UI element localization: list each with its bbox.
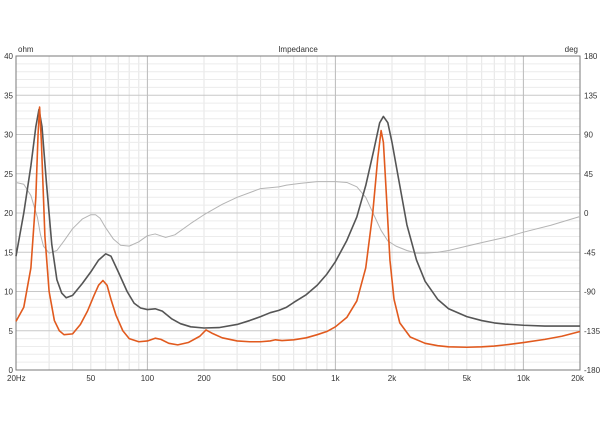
- y-left-tick-label: 35: [4, 91, 13, 100]
- y-left-unit-label: ohm: [18, 45, 34, 54]
- x-tick-label: 10k: [517, 374, 531, 383]
- y-right-tick-label: -90: [584, 288, 596, 297]
- y-left-tick-label: 0: [9, 366, 14, 375]
- y-right-tick-label: -180: [584, 366, 600, 375]
- x-tick-label: 100: [141, 374, 155, 383]
- y-left-tick-label: 10: [4, 288, 13, 297]
- y-right-tick-label: 0: [584, 209, 589, 218]
- chart-title: Impedance: [278, 45, 318, 54]
- y-right-tick-label: 180: [584, 52, 598, 61]
- impedance-chart: Impedance ohm deg 20Hz 50 100 200 500 1k 2k 5k 1…: [0, 0, 600, 434]
- x-tick-label: 5k: [463, 374, 472, 383]
- y-right-tick-label: 90: [584, 131, 593, 140]
- x-tick-label: 1k: [331, 374, 340, 383]
- x-tick-label: 200: [197, 374, 211, 383]
- y-left-tick-label: 15: [4, 248, 13, 257]
- y-right-tick-label: 135: [584, 91, 598, 100]
- x-tick-label: 2k: [388, 374, 397, 383]
- y-right-tick-label: -135: [584, 327, 600, 336]
- y-left-tick-label: 5: [9, 327, 14, 336]
- y-left-tick-label: 40: [4, 52, 13, 61]
- x-tick-label: 500: [272, 374, 286, 383]
- y-right-tick-label: 45: [584, 170, 593, 179]
- y-right-unit-label: deg: [565, 45, 578, 54]
- x-tick-label: 50: [86, 374, 95, 383]
- y-left-tick-label: 25: [4, 170, 13, 179]
- x-tick-label: 20Hz: [7, 374, 26, 383]
- x-tick-label: 20k: [571, 374, 585, 383]
- y-right-tick-label: -45: [584, 248, 596, 257]
- y-left-tick-label: 20: [4, 209, 13, 218]
- y-left-tick-label: 30: [4, 131, 13, 140]
